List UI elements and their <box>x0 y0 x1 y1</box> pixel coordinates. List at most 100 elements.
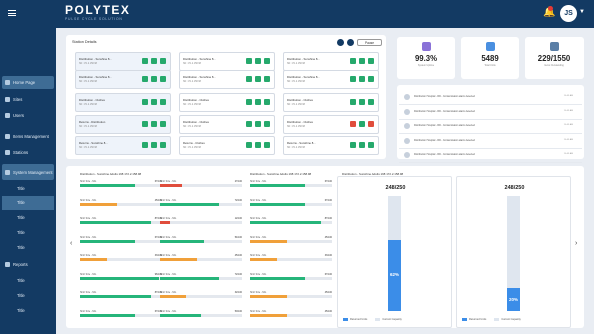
avatar[interactable]: JS <box>560 5 577 22</box>
sidebar-item-label: Stations <box>13 150 29 155</box>
menu-icon[interactable] <box>8 10 16 16</box>
sidebar-item-users[interactable]: Users <box>2 109 54 122</box>
sidebar-subitem[interactable]: Title <box>2 196 54 210</box>
station-name: Distribution - Clothes <box>183 120 209 124</box>
row-value: 72/100 <box>234 198 242 202</box>
shirt-icon <box>142 58 148 64</box>
sidebar-item-stations[interactable]: Stations <box>2 146 54 159</box>
stock-row: Shirt Size - M/L 72/100 <box>160 199 242 215</box>
row-label: Shirt Size - M/L <box>80 217 97 220</box>
progress-bar <box>160 184 242 187</box>
station-name: Returns - Sunshine 8... <box>287 141 316 145</box>
station-card[interactable]: Distribution - Sunshine 8... SN: 171.2.15… <box>75 70 171 89</box>
row-value: 32/100 <box>234 291 242 294</box>
station-card[interactable]: Distribution - Clothes SN: 171.2.158.98 <box>179 93 275 112</box>
station-card[interactable]: Distribution - Sunshine 8... SN: 171.2.15… <box>283 70 379 89</box>
station-card[interactable]: Distribution - Clothes SN: 171.2.158.98 <box>75 93 171 112</box>
progress-bar <box>80 221 162 224</box>
shirt-icon <box>142 142 148 148</box>
notification-time: 10:45 AM <box>563 153 573 155</box>
stock-row: Shirt Size - M/L 45/100 <box>160 254 242 270</box>
shirt-icon <box>350 142 356 148</box>
sites-icon <box>5 97 10 102</box>
settings-icon[interactable] <box>347 39 354 46</box>
wrench-icon <box>359 121 365 127</box>
sidebar-item-items[interactable]: Items Management <box>2 128 54 144</box>
station-card[interactable]: Returns - Clothes SN: 171.2.158.98 <box>179 136 275 155</box>
sidebar-item-sites[interactable]: Sites <box>2 93 54 106</box>
brand-tagline: PULSE CYCLE SOLUTION <box>65 17 123 21</box>
station-card[interactable]: Returns - Distribution SN: 171.2.158.98 <box>75 115 171 134</box>
sidebar-subitem[interactable]: Title <box>2 304 54 318</box>
station-card[interactable]: Distribution - Sunshine 8... SN: 171.2.15… <box>179 52 275 71</box>
progress-fill <box>80 313 135 317</box>
station-card[interactable]: Distribution - Clothes SN: 171.2.158.98 <box>283 93 379 112</box>
sidebar-subitem[interactable]: Title <box>2 241 54 255</box>
progress-fill <box>80 221 152 224</box>
chevron-right-icon[interactable]: › <box>575 240 577 247</box>
wifi-icon <box>264 76 270 82</box>
row-value: 12/100 <box>234 217 242 220</box>
sidebar-subitem[interactable]: Title <box>2 182 54 196</box>
progress-bar <box>80 276 162 280</box>
sidebar-item-system[interactable]: System Management <box>2 164 54 180</box>
row-label: Shirt Size - M/L <box>250 235 267 239</box>
station-card[interactable]: Distribution - Sunshine 8... SN: 171.2.15… <box>283 52 379 71</box>
reports-icon <box>5 262 10 267</box>
sidebar-item-home[interactable]: Home Page <box>2 76 54 89</box>
row-label: Shirt Size - M/L <box>250 198 267 202</box>
chevron-left-icon[interactable]: ‹ <box>70 240 72 247</box>
station-name: Distribution - Sunshine 8... <box>287 75 320 79</box>
pause-button[interactable]: Pause <box>357 39 382 46</box>
station-card[interactable]: Distribution - Sunshine 8... SN: 171.2.15… <box>75 52 171 71</box>
sidebar-subitem[interactable]: Title <box>2 289 54 303</box>
wrench-icon <box>359 76 365 82</box>
chevron-down-icon[interactable]: ▼ <box>579 9 585 15</box>
row-label: Shirt Size - M/L <box>80 272 97 276</box>
stock-row: Shirt Size - M/L 87/100 <box>80 217 162 233</box>
row-label: Shirt Size - M/L <box>250 291 267 294</box>
station-card[interactable]: Returns - Sunshine 8... SN: 171.2.158.98 <box>283 136 379 155</box>
items-icon <box>5 133 10 139</box>
station-card[interactable]: Distribution - Clothes SN: 171.2.158.98 <box>179 115 275 134</box>
shirt-icon <box>246 99 252 105</box>
progress-bar <box>250 221 332 224</box>
column-title: Distribution - Sunshine Adults 198 172.2… <box>80 172 142 176</box>
sidebar-item-label: Home Page <box>13 80 36 85</box>
progress-fill <box>160 258 197 261</box>
notification-item[interactable]: Distribution Hospital - RD - Contaminati… <box>399 147 582 163</box>
station-card[interactable]: Returns - Sunshine 8... SN: 171.2.158.98 <box>75 136 171 155</box>
station-serial: SN: 171.2.158.98 <box>287 81 305 83</box>
stock-row: Shirt Size - M/L 67/100 <box>250 199 332 215</box>
progress-fill <box>250 221 322 224</box>
shirt-icon <box>246 142 252 148</box>
row-label: Shirt Size - M/L <box>80 254 97 257</box>
station-card[interactable]: Distribution - Clothes SN: 171.2.158.98 <box>283 115 379 134</box>
sidebar-subitem[interactable]: Title <box>2 211 54 225</box>
station-serial: SN: 171.2.158.98 <box>287 63 305 65</box>
row-value: 67/100 <box>154 309 162 313</box>
progress-fill <box>250 258 278 261</box>
sidebar-item-label: Items Management <box>13 133 49 139</box>
station-card[interactable]: Distribution - Sunshine 8... SN: 171.2.15… <box>179 70 275 89</box>
refresh-icon[interactable] <box>337 39 344 46</box>
notification-text: Distribution Hospital - RD - Contaminati… <box>414 138 475 142</box>
alert-icon <box>404 137 410 144</box>
top-bar: POLYTEX PULSE CYCLE SOLUTION 🔔 JS ▼ <box>0 0 594 28</box>
progress-bar <box>160 239 242 243</box>
progress-bar <box>160 276 242 280</box>
wifi-icon <box>368 76 374 82</box>
legend-label: Current Capacity <box>501 318 521 322</box>
alert-icon <box>404 108 410 115</box>
wrench-icon <box>359 58 365 64</box>
wifi-icon <box>264 142 270 148</box>
row-value: 45/100 <box>324 309 332 313</box>
wrench-icon <box>255 121 261 127</box>
sidebar-subitem[interactable]: Title <box>2 274 54 288</box>
gauge-legend: Returned Units Current Capacity <box>462 318 521 321</box>
stock-row: Shirt Size - M/L 50/100 <box>160 310 242 326</box>
sidebar-item-reports[interactable]: Reports <box>2 258 54 271</box>
sidebar-subitem[interactable]: Title <box>2 226 54 240</box>
shirt-icon <box>350 99 356 105</box>
progress-fill <box>250 295 287 298</box>
